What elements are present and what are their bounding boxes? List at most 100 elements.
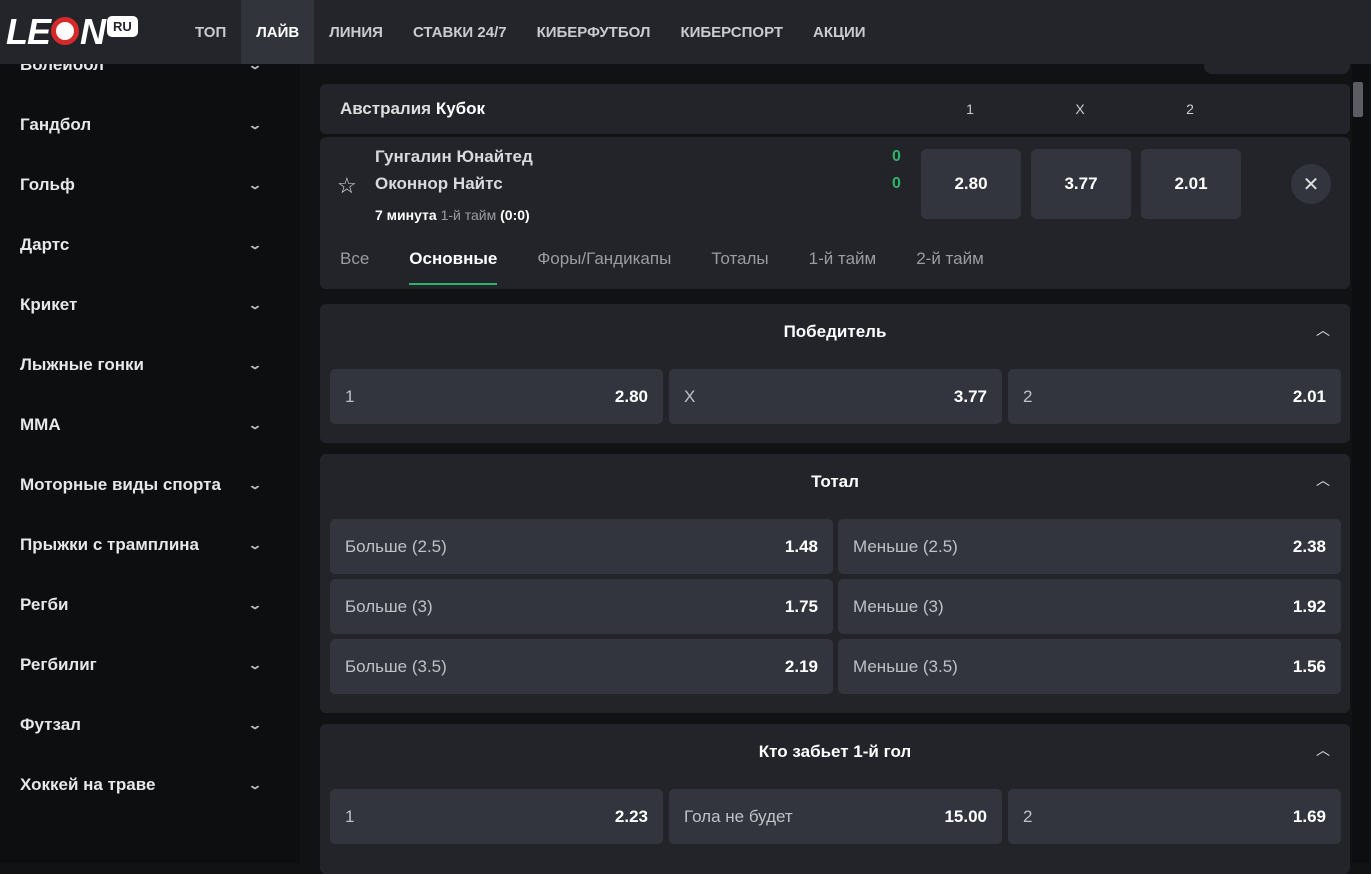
sidebar-item-label: ММА	[20, 415, 61, 434]
chevron-down-icon: ⌄	[247, 238, 263, 252]
tab-all[interactable]: Все	[340, 249, 369, 285]
market-tabs: Все Основные Форы/Гандикапы Тоталы 1-й т…	[340, 249, 984, 285]
league-name: Кубок	[435, 99, 486, 118]
outcome-button[interactable]: Больше (2.5) 1.48	[330, 519, 833, 574]
chevron-up-icon[interactable]: ︿	[1316, 740, 1330, 760]
sidebar-item[interactable]: Гандбол ⌄	[20, 105, 263, 145]
sidebar-item[interactable]: Хоккей на траве ⌄	[20, 765, 263, 805]
nav-bets-247[interactable]: СТАВКИ 24/7	[398, 0, 522, 64]
odd-1[interactable]: 2.80	[921, 149, 1021, 219]
tab-second-half[interactable]: 2-й тайм	[916, 249, 984, 285]
sidebar-item-label: Гандбол	[20, 115, 92, 134]
sidebar-item-label: Гольф	[20, 175, 75, 194]
sidebar-item[interactable]: Футзал ⌄	[20, 705, 263, 745]
outcome-button[interactable]: 1 2.80	[330, 369, 663, 424]
col-1: 1	[966, 101, 974, 117]
outcome-odd: 1.56	[1292, 656, 1326, 676]
chevron-down-icon: ⌄	[247, 298, 263, 312]
nav-cyberfootball[interactable]: КИБЕРФУТБОЛ	[522, 0, 666, 64]
outcome-button[interactable]: Меньше (2.5) 2.38	[838, 519, 1341, 574]
outcome-label: 2	[1023, 806, 1033, 826]
nav-line[interactable]: ЛИНИЯ	[314, 0, 398, 64]
chevron-down-icon: ⌄	[247, 598, 263, 612]
market-title: Кто забьет 1-й гол	[758, 742, 912, 761]
sidebar-item[interactable]: Прыжки с трамплина ⌄	[20, 525, 263, 565]
sidebar-item-label: Волейбол	[20, 64, 104, 74]
chevron-down-icon: ⌄	[247, 778, 263, 792]
sidebar-item[interactable]: Моторные виды спорта ⌄	[20, 465, 263, 505]
outcome-button[interactable]: Меньше (3.5) 1.56	[838, 639, 1341, 694]
sidebar-item[interactable]: Волейбол ⌄	[20, 64, 263, 85]
sidebar: Волейбол ⌄ Гандбол ⌄ Гольф ⌄ Дартс ⌄ Крикет ⌄ Лыжн…	[0, 64, 300, 863]
league-country: Австралия	[340, 99, 432, 118]
outcome-button[interactable]: Больше (3.5) 2.19	[330, 639, 833, 694]
outcome-label: 1	[345, 806, 355, 826]
outcome-label: 2	[1023, 386, 1033, 406]
market-card: Тотал ︿ Больше (2.5) 1.48 Меньше (2.5) 2.38 Бо…	[320, 454, 1350, 713]
chevron-down-icon: ⌄	[247, 358, 263, 372]
outcome-button[interactable]: 2 2.01	[1008, 369, 1341, 424]
nav-live[interactable]: ЛАЙВ	[241, 0, 315, 64]
outcome-odd: 2.01	[1292, 386, 1326, 406]
sidebar-item-label: Футзал	[20, 715, 81, 734]
outcome-button[interactable]: X 3.77	[669, 369, 1002, 424]
star-icon[interactable]: ☆	[337, 173, 357, 199]
logo[interactable]: LE N RU	[0, 0, 180, 64]
outcome-odd: 3.77	[953, 386, 987, 406]
sidebar-item-label: Дартс	[20, 235, 70, 254]
match-minute: 7 минута	[375, 207, 437, 223]
tab-first-half[interactable]: 1-й тайм	[809, 249, 877, 285]
outcome-button[interactable]: Гола не будет 15.00	[669, 789, 1002, 844]
odd-2[interactable]: 2.01	[1141, 149, 1241, 219]
nav-esports[interactable]: КИБЕРСПОРТ	[665, 0, 798, 64]
scrollbar-thumb[interactable]	[1353, 82, 1363, 117]
sidebar-item-label: Хоккей на траве	[20, 775, 156, 794]
tab-totals[interactable]: Тоталы	[711, 249, 768, 285]
outcome-label: Гола не будет	[684, 806, 793, 826]
match-status: 7 минута 1-й тайм (0:0)	[375, 207, 530, 223]
sidebar-item[interactable]: Регби ⌄	[20, 585, 263, 625]
chevron-down-icon: ⌄	[247, 658, 263, 672]
sidebar-item-label: Регбилиг	[20, 655, 97, 674]
period-score: (0:0)	[500, 207, 530, 223]
outcome-odd: 2.19	[784, 656, 818, 676]
nav-top[interactable]: ТОП	[180, 0, 241, 64]
tab-main[interactable]: Основные	[409, 249, 498, 285]
sidebar-item[interactable]: Лыжные гонки ⌄	[20, 345, 263, 385]
outcome-label: X	[684, 386, 696, 406]
sidebar-item-label: Лыжные гонки	[20, 355, 144, 374]
chevron-up-icon[interactable]: ︿	[1316, 470, 1330, 490]
nav-promos[interactable]: АКЦИИ	[798, 0, 881, 64]
tab-handicaps[interactable]: Форы/Гандикапы	[537, 249, 671, 285]
main-nav: ТОП ЛАЙВ ЛИНИЯ СТАВКИ 24/7 КИБЕРФУТБОЛ К…	[180, 0, 881, 64]
market-card: Кто забьет 1-й гол ︿ 1 2.23 Гола не будет 15.…	[320, 724, 1350, 874]
market-title: Победитель	[783, 322, 887, 341]
col-x: X	[1075, 101, 1085, 117]
sidebar-item-label: Регби	[20, 595, 69, 614]
outcome-label: Меньше (3.5)	[853, 656, 958, 676]
sidebar-item[interactable]: Регбилиг ⌄	[20, 645, 263, 685]
ball-icon	[51, 17, 80, 46]
outcome-button[interactable]: Меньше (3) 1.92	[838, 579, 1341, 634]
outcome-button[interactable]: 2 1.69	[1008, 789, 1341, 844]
sidebar-item[interactable]: ММА ⌄	[20, 405, 263, 445]
outcome-button[interactable]: 1 2.23	[330, 789, 663, 844]
sidebar-item[interactable]: Гольф ⌄	[20, 165, 263, 205]
sidebar-item[interactable]: Дартс ⌄	[20, 225, 263, 265]
event-body: ☆ Гунгалин Юнайтед Оконнор Найтс 0 0 7 м…	[320, 137, 1350, 289]
outcome-odd: 1.92	[1292, 596, 1326, 616]
team2: Оконнор Найтс	[375, 174, 503, 193]
sidebar-item[interactable]: Крикет ⌄	[20, 285, 263, 325]
top-bar: LE N RU ТОП ЛАЙВ ЛИНИЯ СТАВКИ 24/7 КИБЕРФУ…	[0, 0, 1371, 64]
chevron-down-icon: ⌄	[247, 118, 263, 132]
sidebar-item-label: Крикет	[20, 295, 78, 314]
scrollbar[interactable]	[1352, 64, 1369, 863]
odd-x[interactable]: 3.77	[1031, 149, 1131, 219]
chevron-up-icon[interactable]: ︿	[1316, 320, 1330, 340]
outcome-odd: 1.69	[1292, 806, 1326, 826]
chevron-down-icon: ⌄	[247, 718, 263, 732]
outcome-button[interactable]: Больше (3) 1.75	[330, 579, 833, 634]
outcome-label: Меньше (2.5)	[853, 536, 958, 556]
event-header: Австралия Кубок 1 X 2	[320, 84, 1350, 134]
close-icon[interactable]: ✕	[1291, 164, 1331, 204]
